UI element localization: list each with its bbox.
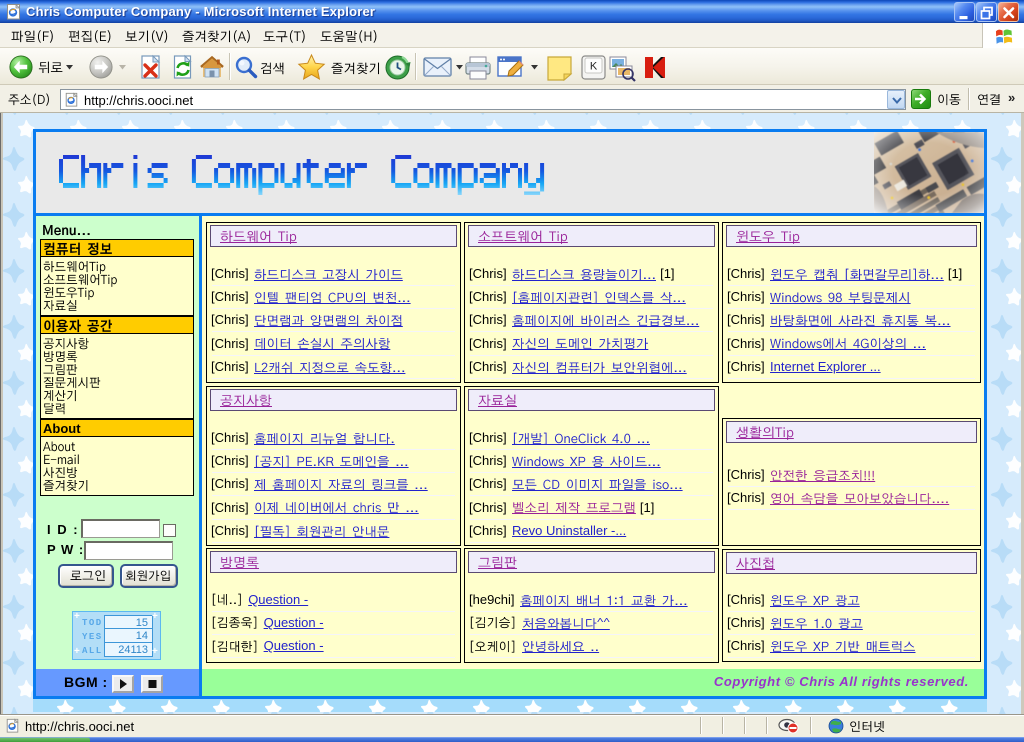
svg-text:K: K (590, 61, 598, 73)
